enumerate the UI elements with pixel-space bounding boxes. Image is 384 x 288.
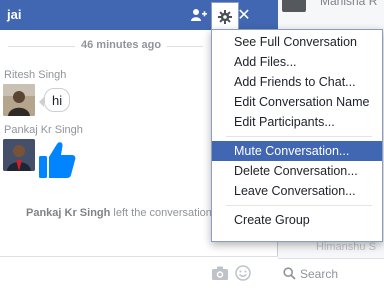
- contact-name[interactable]: Manisha R: [320, 0, 377, 8]
- notice-name: Pankaj Kr Singh: [26, 207, 111, 219]
- menu-divider: [226, 136, 372, 137]
- search-icon: [283, 267, 296, 280]
- menu-item-mute-conversation[interactable]: Mute Conversation...: [212, 141, 382, 161]
- camera-icon[interactable]: [212, 266, 228, 280]
- menu-item-delete-conversation[interactable]: Delete Conversation...: [212, 161, 382, 181]
- message-compose-box[interactable]: [0, 256, 278, 288]
- gear-icon[interactable]: [211, 2, 239, 30]
- left-conversation-notice: Pankaj Kr Singh left the conversation: [26, 207, 212, 219]
- menu-item-leave-conversation[interactable]: Leave Conversation...: [212, 181, 382, 201]
- avatar[interactable]: [282, 0, 306, 12]
- message-text: hi: [52, 93, 63, 108]
- menu-item-edit-name[interactable]: Edit Conversation Name: [212, 92, 382, 112]
- sidebar-search-input[interactable]: Search: [278, 258, 384, 288]
- contact-name[interactable]: Himanshu S: [316, 241, 376, 253]
- time-divider: 46 minutes ago: [0, 38, 210, 54]
- message-sender: Ritesh Singh: [4, 69, 67, 81]
- menu-item-see-full-conversation[interactable]: See Full Conversation: [212, 32, 382, 52]
- chat-title[interactable]: jai: [7, 7, 21, 22]
- message-sender: Pankaj Kr Singh: [4, 124, 83, 136]
- menu-item-add-files[interactable]: Add Files...: [212, 52, 382, 72]
- emoji-icon[interactable]: [235, 265, 251, 281]
- conversation-options-menu: See Full Conversation Add Files... Add F…: [211, 29, 383, 242]
- menu-item-create-group[interactable]: Create Group: [212, 210, 382, 230]
- menu-item-add-friends[interactable]: Add Friends to Chat...: [212, 72, 382, 92]
- menu-item-edit-participants[interactable]: Edit Participants...: [212, 112, 382, 132]
- message-bubble[interactable]: hi: [38, 88, 71, 112]
- avatar[interactable]: [3, 84, 35, 116]
- menu-divider: [226, 205, 372, 206]
- thumbs-up-icon[interactable]: [38, 140, 76, 180]
- time-label: 46 minutes ago: [75, 39, 168, 51]
- search-placeholder: Search: [300, 267, 339, 281]
- notice-text: left the conversation: [113, 207, 212, 219]
- add-friend-icon[interactable]: [190, 6, 208, 24]
- avatar[interactable]: [3, 139, 35, 171]
